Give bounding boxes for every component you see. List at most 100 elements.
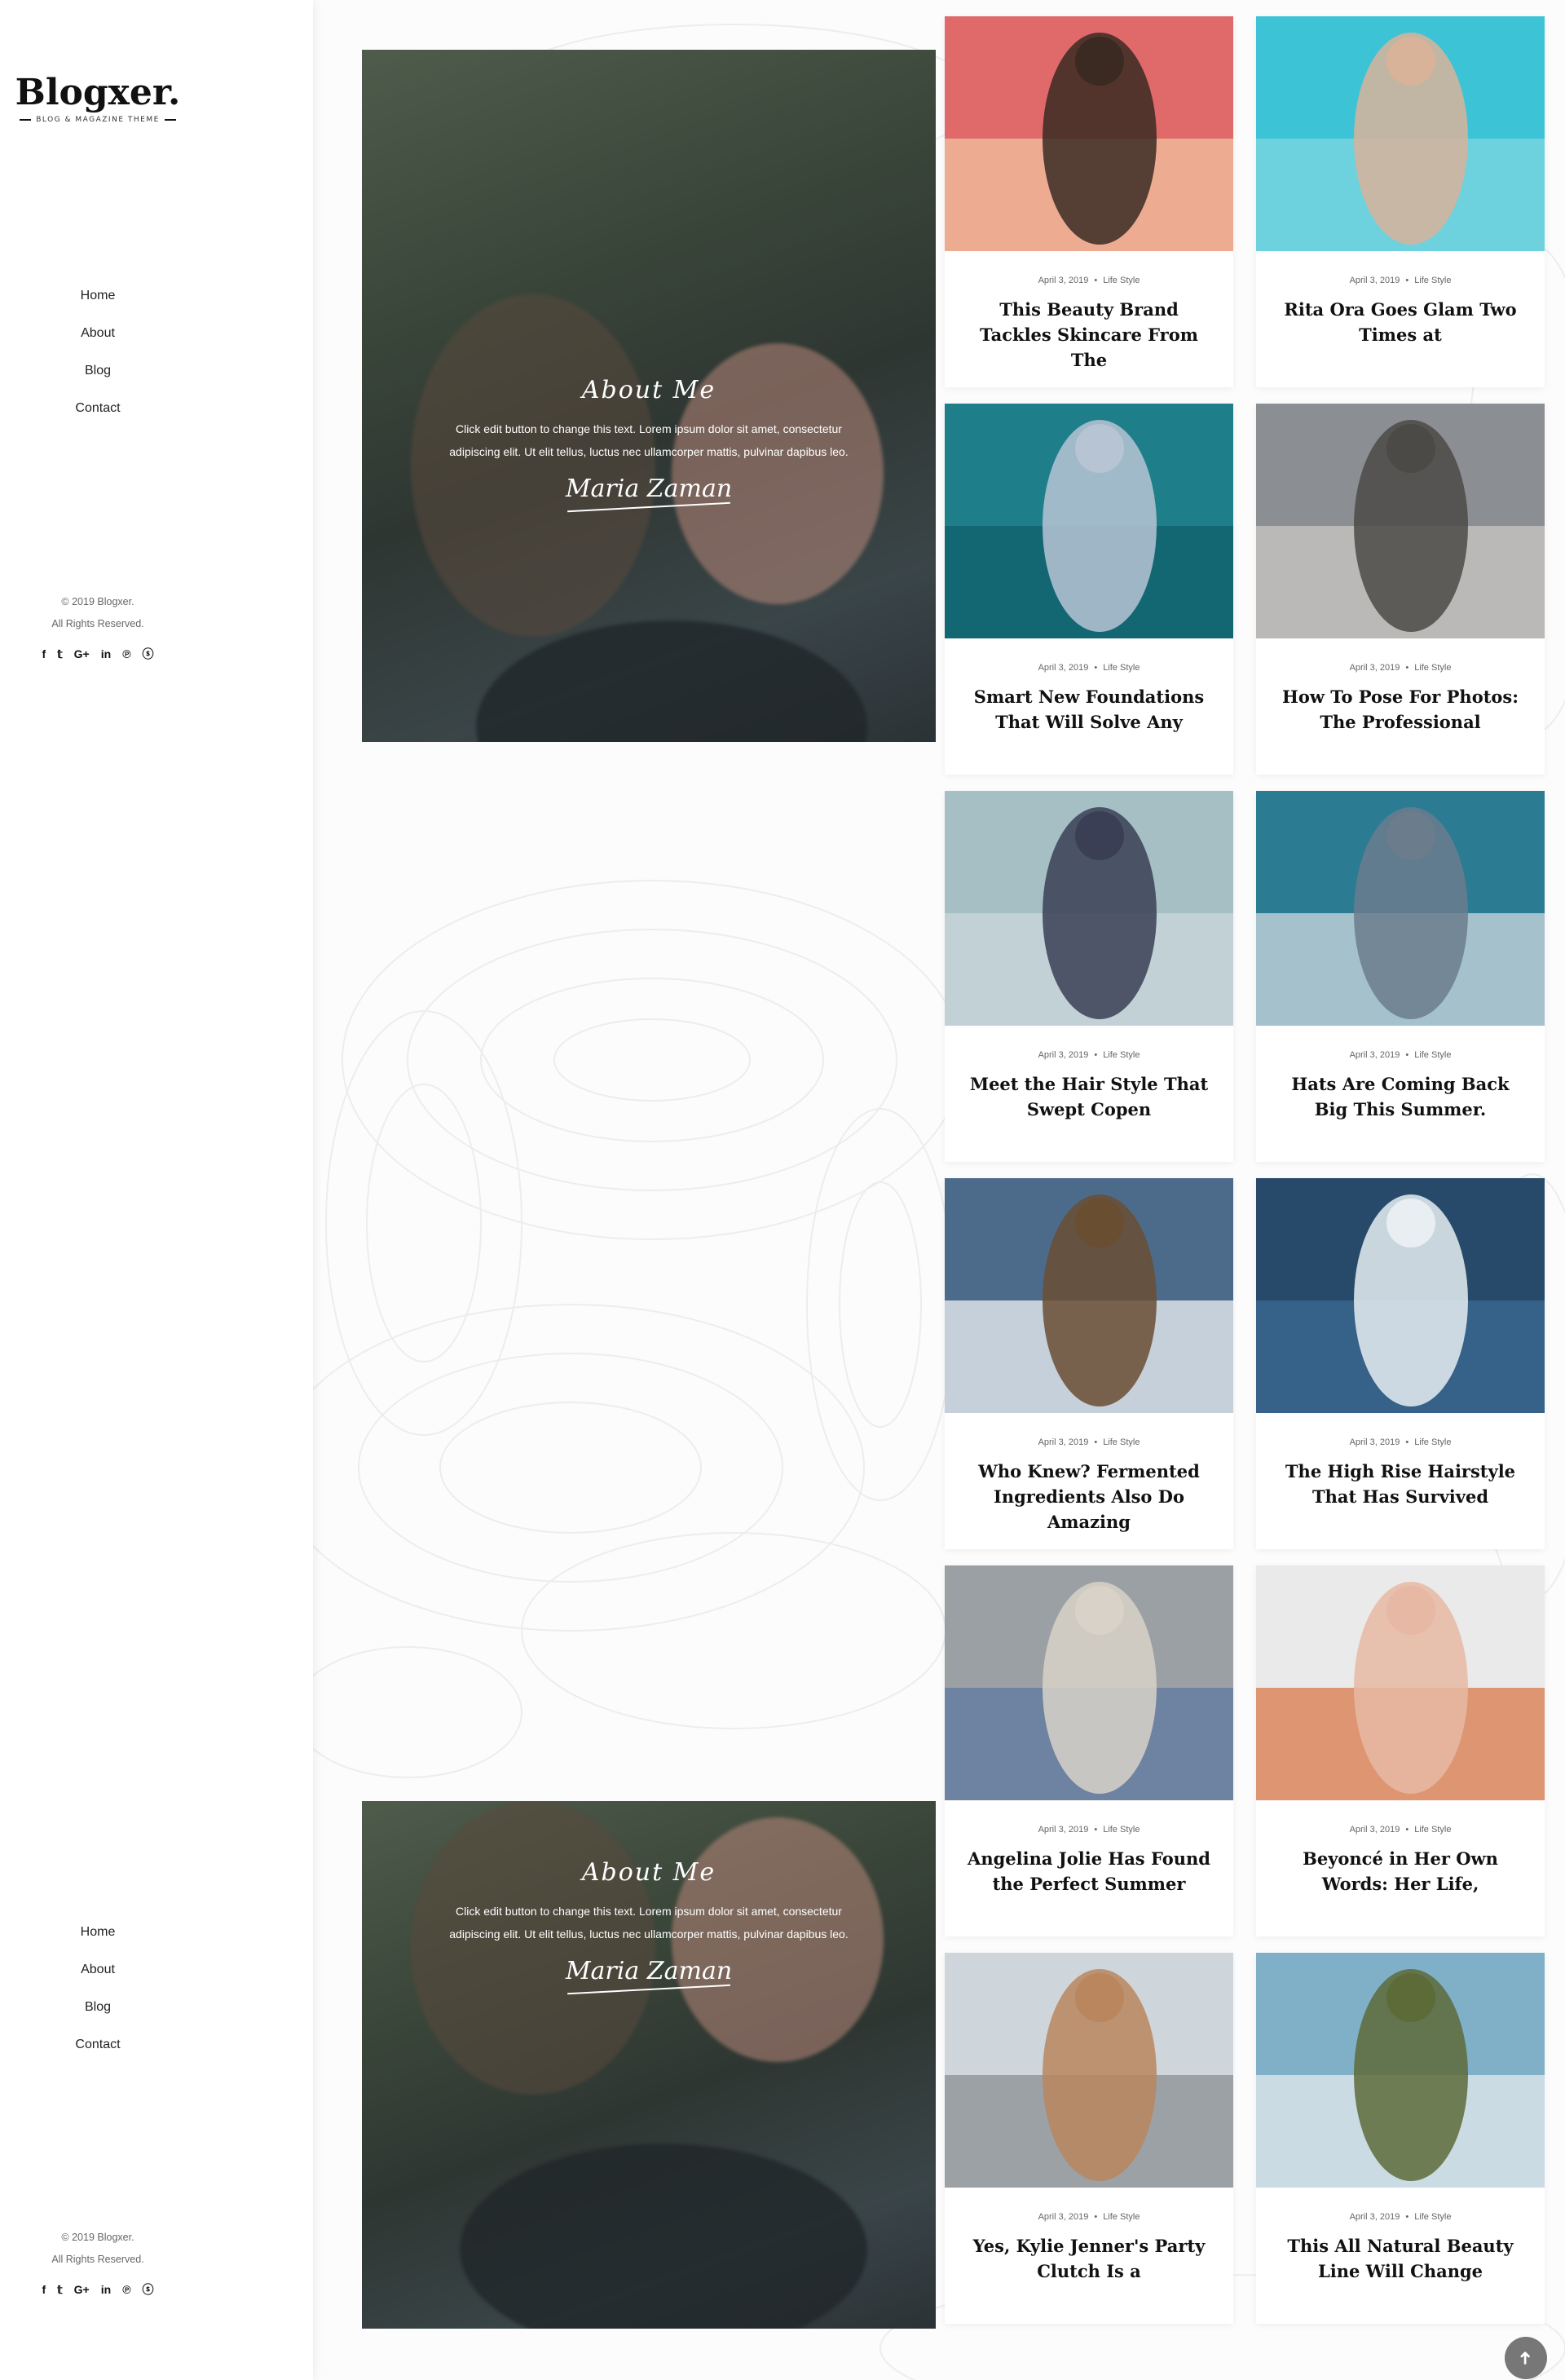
nav-item-home[interactable]: Home xyxy=(0,277,196,315)
post-category[interactable]: Life Style xyxy=(1414,276,1451,285)
post-card[interactable]: April 3, 2019 • Life Style Rita Ora Goes G… xyxy=(1256,16,1545,387)
post-date[interactable]: April 3, 2019 xyxy=(1350,1437,1400,1447)
post-title[interactable]: Beyoncé in Her Own Words: Her Life, xyxy=(1277,1846,1523,1896)
post-title[interactable]: Smart New Foundations That Will Solve An… xyxy=(966,684,1212,735)
post-thumbnail[interactable] xyxy=(1256,16,1545,251)
post-category[interactable]: Life Style xyxy=(1103,663,1140,673)
post-category[interactable]: Life Style xyxy=(1414,663,1451,673)
post-title[interactable]: This All Natural Beauty Line Will Change xyxy=(1277,2233,1523,2284)
about-widget: About Me Click edit button to change thi… xyxy=(362,1801,936,2329)
post-thumbnail[interactable] xyxy=(945,791,1233,1026)
post-meta: April 3, 2019 • Life Style xyxy=(1256,1825,1545,1835)
pinterest-icon[interactable]: ℗ xyxy=(122,643,130,665)
nav-item-contact[interactable]: Contact xyxy=(0,390,196,427)
meta-separator: • xyxy=(1405,1825,1409,1835)
post-thumbnail[interactable] xyxy=(1256,1953,1545,2188)
skype-icon[interactable]: ⓢ xyxy=(143,643,154,665)
post-card[interactable]: April 3, 2019 • Life Style Smart New Found… xyxy=(945,404,1233,775)
post-meta: April 3, 2019 • Life Style xyxy=(1256,276,1545,285)
post-date[interactable]: April 3, 2019 xyxy=(1350,2212,1400,2222)
linkedin-icon[interactable]: in xyxy=(101,643,111,665)
post-thumbnail[interactable] xyxy=(945,16,1233,251)
post-thumbnail[interactable] xyxy=(945,1178,1233,1413)
sidebar-footer: © 2019 Blogxer. All Rights Reserved. f 𝕥… xyxy=(0,2227,196,2301)
post-title[interactable]: Hats Are Coming Back Big This Summer. xyxy=(1277,1071,1523,1122)
nav-item-about[interactable]: About xyxy=(0,315,196,352)
post-category[interactable]: Life Style xyxy=(1414,1825,1451,1835)
about-signature: Maria Zaman xyxy=(565,1957,733,1985)
post-thumbnail[interactable] xyxy=(1256,1565,1545,1800)
post-card[interactable]: April 3, 2019 • Life Style The High Rise H… xyxy=(1256,1178,1545,1549)
meta-separator: • xyxy=(1094,2212,1098,2222)
post-thumbnail[interactable] xyxy=(945,1565,1233,1800)
site-logo[interactable]: Blogxer. BLOG & MAGAZINE THEME xyxy=(0,75,196,125)
twitter-icon[interactable]: 𝕥 xyxy=(57,2279,63,2301)
post-card[interactable]: April 3, 2019 • Life Style Beyoncé in Her … xyxy=(1256,1565,1545,1936)
social-links: f 𝕥 G+ in ℗ ⓢ xyxy=(0,643,196,665)
facebook-icon[interactable]: f xyxy=(42,643,46,665)
post-meta: April 3, 2019 • Life Style xyxy=(945,1050,1233,1060)
post-card[interactable]: April 3, 2019 • Life Style Hats Are Coming… xyxy=(1256,791,1545,1162)
about-title: About Me xyxy=(581,376,716,404)
post-card[interactable]: April 3, 2019 • Life Style Yes, Kylie Jenn… xyxy=(945,1953,1233,2324)
post-title[interactable]: This Beauty Brand Tackles Skincare From … xyxy=(966,297,1212,373)
post-category[interactable]: Life Style xyxy=(1414,1437,1451,1447)
post-card[interactable]: April 3, 2019 • Life Style Angelina Jolie … xyxy=(945,1565,1233,1936)
post-title[interactable]: The High Rise Hairstyle That Has Survive… xyxy=(1277,1459,1523,1509)
twitter-icon[interactable]: 𝕥 xyxy=(57,643,63,665)
social-links: f 𝕥 G+ in ℗ ⓢ xyxy=(0,2279,196,2301)
post-date[interactable]: April 3, 2019 xyxy=(1038,2212,1089,2222)
tagline-text: BLOG & MAGAZINE THEME xyxy=(36,116,160,124)
post-category[interactable]: Life Style xyxy=(1414,1050,1451,1060)
post-card[interactable]: April 3, 2019 • Life Style This Beauty Bra… xyxy=(945,16,1233,387)
post-category[interactable]: Life Style xyxy=(1414,2212,1451,2222)
photo-shape xyxy=(476,620,867,742)
google-plus-icon[interactable]: G+ xyxy=(74,643,90,665)
pinterest-icon[interactable]: ℗ xyxy=(122,2279,130,2301)
post-date[interactable]: April 3, 2019 xyxy=(1350,663,1400,673)
post-thumbnail[interactable] xyxy=(945,1953,1233,2188)
post-category[interactable]: Life Style xyxy=(1103,1437,1140,1447)
post-card[interactable]: April 3, 2019 • Life Style Who Knew? Ferme… xyxy=(945,1178,1233,1549)
post-category[interactable]: Life Style xyxy=(1103,1825,1140,1835)
post-category[interactable]: Life Style xyxy=(1103,276,1140,285)
nav-item-blog[interactable]: Blog xyxy=(0,352,196,390)
post-category[interactable]: Life Style xyxy=(1103,2212,1140,2222)
about-content: About Me Click edit button to change thi… xyxy=(362,376,936,513)
post-title[interactable]: Rita Ora Goes Glam Two Times at xyxy=(1277,297,1523,347)
post-meta: April 3, 2019 • Life Style xyxy=(1256,663,1545,673)
post-date[interactable]: April 3, 2019 xyxy=(1350,276,1400,285)
divider xyxy=(164,119,176,121)
post-card[interactable]: April 3, 2019 • Life Style Meet the Hair S… xyxy=(945,791,1233,1162)
post-title[interactable]: Who Knew? Fermented Ingredients Also Do … xyxy=(966,1459,1212,1534)
post-date[interactable]: April 3, 2019 xyxy=(1038,663,1089,673)
nav-item-blog[interactable]: Blog xyxy=(0,1989,196,2026)
post-date[interactable]: April 3, 2019 xyxy=(1350,1825,1400,1835)
google-plus-icon[interactable]: G+ xyxy=(74,2279,90,2301)
post-category[interactable]: Life Style xyxy=(1103,1050,1140,1060)
post-thumbnail[interactable] xyxy=(1256,791,1545,1026)
skype-icon[interactable]: ⓢ xyxy=(143,2279,154,2301)
post-date[interactable]: April 3, 2019 xyxy=(1038,1050,1089,1060)
copyright-text: © 2019 Blogxer. xyxy=(61,596,134,607)
back-to-top-button[interactable]: ➜ xyxy=(1505,2337,1547,2379)
post-title[interactable]: Meet the Hair Style That Swept Copen xyxy=(966,1071,1212,1122)
post-thumbnail[interactable] xyxy=(1256,404,1545,638)
nav-item-contact[interactable]: Contact xyxy=(0,2026,196,2064)
post-title[interactable]: How To Pose For Photos: The Professional xyxy=(1277,684,1523,735)
post-card[interactable]: April 3, 2019 • Life Style How To Pose For… xyxy=(1256,404,1545,775)
post-title[interactable]: Angelina Jolie Has Found the Perfect Sum… xyxy=(966,1846,1212,1896)
post-card[interactable]: April 3, 2019 • Life Style This All Natura… xyxy=(1256,1953,1545,2324)
post-thumbnail[interactable] xyxy=(945,404,1233,638)
meta-separator: • xyxy=(1405,1437,1409,1447)
nav-item-about[interactable]: About xyxy=(0,1951,196,1989)
post-date[interactable]: April 3, 2019 xyxy=(1038,276,1089,285)
facebook-icon[interactable]: f xyxy=(42,2279,46,2301)
post-date[interactable]: April 3, 2019 xyxy=(1038,1825,1089,1835)
post-date[interactable]: April 3, 2019 xyxy=(1350,1050,1400,1060)
post-title[interactable]: Yes, Kylie Jenner's Party Clutch Is a xyxy=(966,2233,1212,2284)
nav-item-home[interactable]: Home xyxy=(0,1914,196,1951)
linkedin-icon[interactable]: in xyxy=(101,2279,111,2301)
post-thumbnail[interactable] xyxy=(1256,1178,1545,1413)
post-date[interactable]: April 3, 2019 xyxy=(1038,1437,1089,1447)
